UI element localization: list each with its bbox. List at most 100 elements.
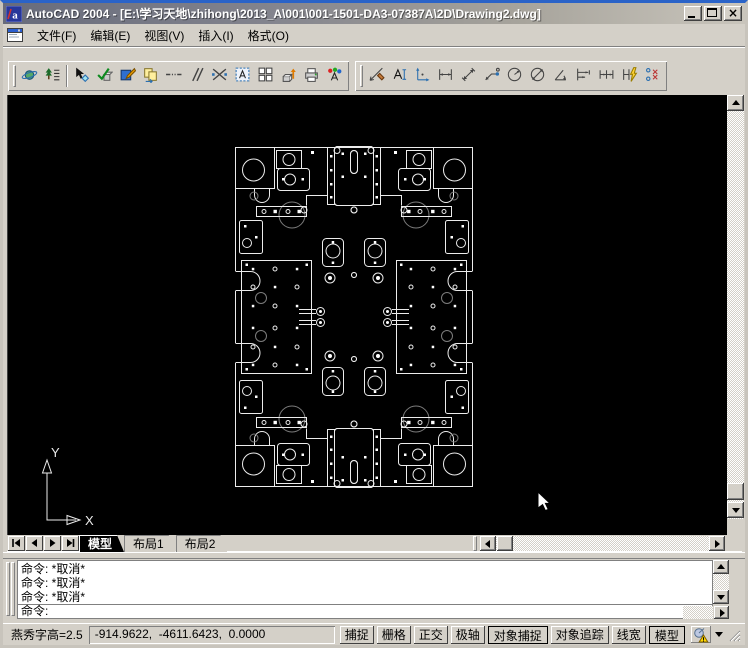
- command-hscrollbar[interactable]: [683, 605, 729, 619]
- plot-printer-button[interactable]: [300, 64, 323, 88]
- statusbar-toggles: 捕捉栅格正交极轴对象捕捉对象追踪线宽模型: [340, 626, 688, 644]
- vertical-scrollbar[interactable]: [727, 95, 744, 535]
- diameter-dim-button[interactable]: [526, 64, 549, 88]
- tab-last-button[interactable]: [62, 536, 79, 551]
- continue-dim-button[interactable]: [595, 64, 618, 88]
- select-filter-button[interactable]: [70, 64, 93, 88]
- minimize-icon: [688, 16, 695, 18]
- extrude-box-button[interactable]: [277, 64, 300, 88]
- menu-item-2[interactable]: 视图(V): [137, 27, 191, 45]
- viewports-button[interactable]: [254, 64, 277, 88]
- quick-dim-button[interactable]: [618, 64, 641, 88]
- linear-dim-button[interactable]: [434, 64, 457, 88]
- command-window-grip[interactable]: [6, 562, 10, 616]
- tab-layout1[interactable]: 布局1: [124, 535, 176, 552]
- command-scroll-up-button[interactable]: [713, 560, 729, 574]
- edit-block-icon: [119, 66, 136, 86]
- viewports-icon: [257, 66, 274, 86]
- tab-prev-button[interactable]: [26, 536, 43, 551]
- maximize-button[interactable]: [704, 6, 722, 21]
- command-scroll-track[interactable]: [713, 574, 729, 590]
- dim-style-brush-button[interactable]: [365, 64, 388, 88]
- toggle-osnap[interactable]: 对象捕捉: [488, 626, 548, 644]
- scrollbar-grip[interactable]: [473, 536, 477, 551]
- text-frame-button[interactable]: [231, 64, 254, 88]
- command-window: 命令: *取消*命令: *取消*命令: *取消* 命令:: [3, 559, 745, 621]
- baseline-dim-button[interactable]: [572, 64, 595, 88]
- copy-link-button[interactable]: [139, 64, 162, 88]
- edit-block-button[interactable]: [116, 64, 139, 88]
- command-vscrollbar[interactable]: [713, 560, 729, 604]
- aligned-dim-button[interactable]: [457, 64, 480, 88]
- horizontal-scrollbar[interactable]: [473, 536, 725, 551]
- toolbar-grip[interactable]: [360, 65, 363, 87]
- command-history[interactable]: 命令: *取消*命令: *取消*命令: *取消*: [17, 560, 713, 604]
- scroll-down-button[interactable]: [727, 502, 744, 518]
- layout-tabs: 模型布局1布局2: [79, 535, 227, 552]
- toggle-grid[interactable]: 栅格: [377, 626, 411, 644]
- command-window-grip2[interactable]: [11, 562, 15, 616]
- document-window-icon[interactable]: [7, 27, 24, 43]
- command-prompt[interactable]: 命令:: [17, 604, 713, 619]
- arrow-down-icon: [732, 508, 740, 513]
- menu-items: 文件(F)编辑(E)视图(V)插入(I)格式(O): [30, 27, 296, 44]
- toggle-snap[interactable]: 捕捉: [340, 626, 374, 644]
- toggle-polar[interactable]: 极轴: [451, 626, 485, 644]
- svg-text:Y: Y: [51, 445, 60, 460]
- tab-layout2[interactable]: 布局2: [176, 535, 228, 552]
- standards-check-button[interactable]: [93, 64, 116, 88]
- drawing-canvas[interactable]: Y X: [7, 95, 727, 535]
- tree-view-icon: [44, 66, 61, 86]
- text-frame-icon: [234, 66, 251, 86]
- render-palette-button[interactable]: [323, 64, 346, 88]
- horizontal-scroll-thumb[interactable]: [497, 536, 513, 551]
- window-title: AutoCAD 2004 - [E:\学习天地\zhihong\2013_A\0…: [26, 5, 684, 22]
- leader-button[interactable]: [480, 64, 503, 88]
- command-splitter[interactable]: [3, 552, 745, 559]
- radius-dim-button[interactable]: [503, 64, 526, 88]
- close-button[interactable]: ×: [724, 6, 742, 21]
- dim-edit-button[interactable]: [641, 64, 664, 88]
- parallel-lines-button[interactable]: [185, 64, 208, 88]
- break-cross-button[interactable]: [208, 64, 231, 88]
- tab-navigation: [8, 536, 79, 551]
- menu-item-1[interactable]: 编辑(E): [83, 27, 137, 45]
- command-scroll-down-button[interactable]: [713, 590, 729, 604]
- horizontal-scroll-track[interactable]: [480, 536, 725, 551]
- tab-next-button[interactable]: [44, 536, 61, 551]
- vertical-scroll-track[interactable]: [727, 111, 744, 519]
- scroll-left-button[interactable]: [480, 536, 496, 551]
- angular-dim-button[interactable]: [549, 64, 572, 88]
- tab-first-button[interactable]: [8, 536, 25, 551]
- command-scroll-right-button[interactable]: [714, 606, 729, 619]
- planet-button[interactable]: [18, 64, 41, 88]
- statusbar-menu-arrow[interactable]: [715, 632, 723, 637]
- menu-item-0[interactable]: 文件(F): [30, 27, 83, 45]
- communication-center-icon[interactable]: [691, 626, 711, 643]
- plot-printer-icon: [303, 66, 320, 86]
- tab-model[interactable]: 模型: [79, 535, 124, 552]
- scroll-up-button[interactable]: [727, 95, 744, 111]
- menu-item-3[interactable]: 插入(I): [191, 27, 240, 45]
- dim-edit-icon: [644, 66, 661, 86]
- vertical-scroll-thumb[interactable]: [727, 483, 744, 500]
- resize-grip[interactable]: [727, 628, 741, 642]
- quick-dim-icon: [621, 66, 638, 86]
- dim-text-button[interactable]: [388, 64, 411, 88]
- toggle-ortho[interactable]: 正交: [414, 626, 448, 644]
- coordinates-display[interactable]: -914.9622, -4611.6423, 0.0000: [89, 626, 335, 644]
- autocad-app-icon[interactable]: a: [6, 6, 22, 22]
- arrow-up-icon: [732, 100, 740, 105]
- ordinate-dim-button[interactable]: [411, 64, 434, 88]
- toggle-model[interactable]: 模型: [649, 626, 685, 644]
- command-hscroll-track[interactable]: [683, 606, 713, 619]
- minimize-button[interactable]: [684, 6, 702, 21]
- toggle-lineweight[interactable]: 线宽: [612, 626, 646, 644]
- menu-item-4[interactable]: 格式(O): [241, 27, 296, 45]
- toggle-otrack[interactable]: 对象追踪: [551, 626, 609, 644]
- toolbar-grip[interactable]: [13, 65, 16, 87]
- centerline-button[interactable]: [162, 64, 185, 88]
- command-history-line: 命令: *取消*: [21, 576, 709, 590]
- scroll-right-button[interactable]: [709, 536, 725, 551]
- tree-view-button[interactable]: [41, 64, 64, 88]
